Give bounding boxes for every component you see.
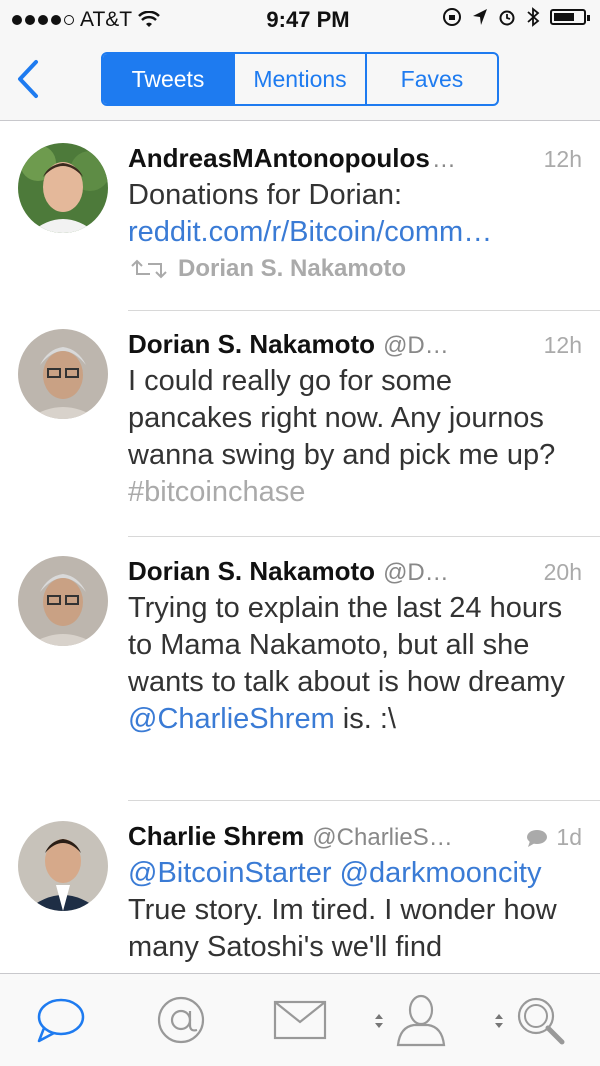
tab-search[interactable]	[512, 992, 568, 1048]
tweet-hashtag[interactable]: #bitcoinchase	[128, 476, 305, 508]
divider	[128, 310, 600, 311]
tab-timeline[interactable]	[32, 992, 88, 1048]
battery-icon	[550, 9, 590, 25]
tweet-item[interactable]: Charlie Shrem @CharlieS… 1d @BitcoinStar…	[0, 821, 600, 973]
tweet-timestamp: 12h	[543, 146, 582, 172]
tweet-text-body: I could really go for some pancakes righ…	[128, 365, 556, 471]
retweet-icon	[131, 259, 167, 279]
tweet-text: True story. Im tired. I wonder how many …	[128, 894, 557, 963]
bluetooth-icon	[527, 7, 540, 27]
tweet-mentions[interactable]: @BitcoinStarter @darkmooncity	[128, 855, 582, 892]
tweet-item[interactable]: AndreasMAntonopoulos … 12h Donations for…	[0, 143, 600, 311]
tweet-author-name: Dorian S. Nakamoto	[128, 329, 376, 359]
tweet-timestamp: 1d	[556, 824, 582, 850]
conversation-icon	[527, 830, 548, 847]
at-sign-icon	[157, 996, 205, 1044]
tab-mentions[interactable]	[153, 992, 209, 1048]
tab-profile[interactable]	[393, 992, 449, 1048]
search-switch-arrows-icon[interactable]	[494, 1012, 504, 1030]
tweet-item[interactable]: Dorian S. Nakamoto @D… 12h I could reall…	[0, 329, 600, 539]
avatar[interactable]	[18, 143, 108, 233]
navigation-bar: Tweets Mentions Faves	[0, 40, 600, 121]
chat-bubble-icon	[37, 998, 85, 1043]
tweet-handle: @D…	[383, 332, 449, 359]
tweet-text: Trying to explain the last 24 hours to M…	[128, 590, 582, 738]
tweet-timestamp: 20h	[543, 559, 582, 585]
tweet-handle: …	[431, 146, 456, 173]
location-arrow-icon	[473, 9, 487, 25]
tweet-author-name: AndreasMAntonopoulos	[128, 143, 430, 173]
tweet-text: Donations for Dorian:	[128, 179, 403, 211]
segmented-control: Tweets Mentions Faves	[101, 52, 499, 106]
tweet-link[interactable]: reddit.com/r/Bitcoin/comm…	[128, 214, 582, 251]
tweet-text-body: Trying to explain the last 24 hours to M…	[128, 592, 565, 698]
tweet-handle: @CharlieS…	[312, 824, 453, 851]
person-icon	[396, 994, 446, 1047]
status-bar: AT&T 9:47 PM	[0, 0, 600, 40]
divider	[128, 536, 600, 537]
account-switch-arrows-icon[interactable]	[374, 1012, 384, 1030]
segment-tweets[interactable]: Tweets	[103, 54, 233, 104]
tweet-author-name: Charlie Shrem	[128, 821, 305, 851]
divider	[128, 800, 600, 801]
alarm-icon	[499, 10, 515, 26]
tab-messages[interactable]	[272, 992, 328, 1048]
tweet-handle: @D…	[383, 559, 449, 586]
segment-mentions[interactable]: Mentions	[233, 54, 365, 104]
status-icons	[442, 7, 590, 27]
tweet-author-name: Dorian S. Nakamoto	[128, 556, 376, 586]
back-chevron-icon[interactable]	[14, 58, 44, 100]
retweet-attribution: Dorian S. Nakamoto	[128, 255, 582, 283]
envelope-icon	[273, 1000, 327, 1040]
tweet-text: I could really go for some pancakes righ…	[128, 363, 582, 511]
tweet-timestamp: 12h	[543, 332, 582, 358]
tweet-mention[interactable]: @CharlieShrem	[128, 703, 335, 735]
search-icon	[517, 997, 565, 1045]
segment-faves[interactable]: Faves	[365, 54, 497, 104]
retweeted-by-label: Dorian S. Nakamoto	[178, 255, 407, 282]
tab-bar	[0, 973, 600, 1066]
tweet-text-tail: is. :\	[334, 703, 396, 735]
rotation-lock-icon	[443, 8, 461, 26]
avatar[interactable]	[18, 821, 108, 911]
avatar[interactable]	[18, 556, 108, 646]
tweet-item[interactable]: Dorian S. Nakamoto @D… 20h Trying to exp…	[0, 556, 600, 796]
avatar[interactable]	[18, 329, 108, 419]
tweet-feed[interactable]: AndreasMAntonopoulos … 12h Donations for…	[0, 121, 600, 973]
